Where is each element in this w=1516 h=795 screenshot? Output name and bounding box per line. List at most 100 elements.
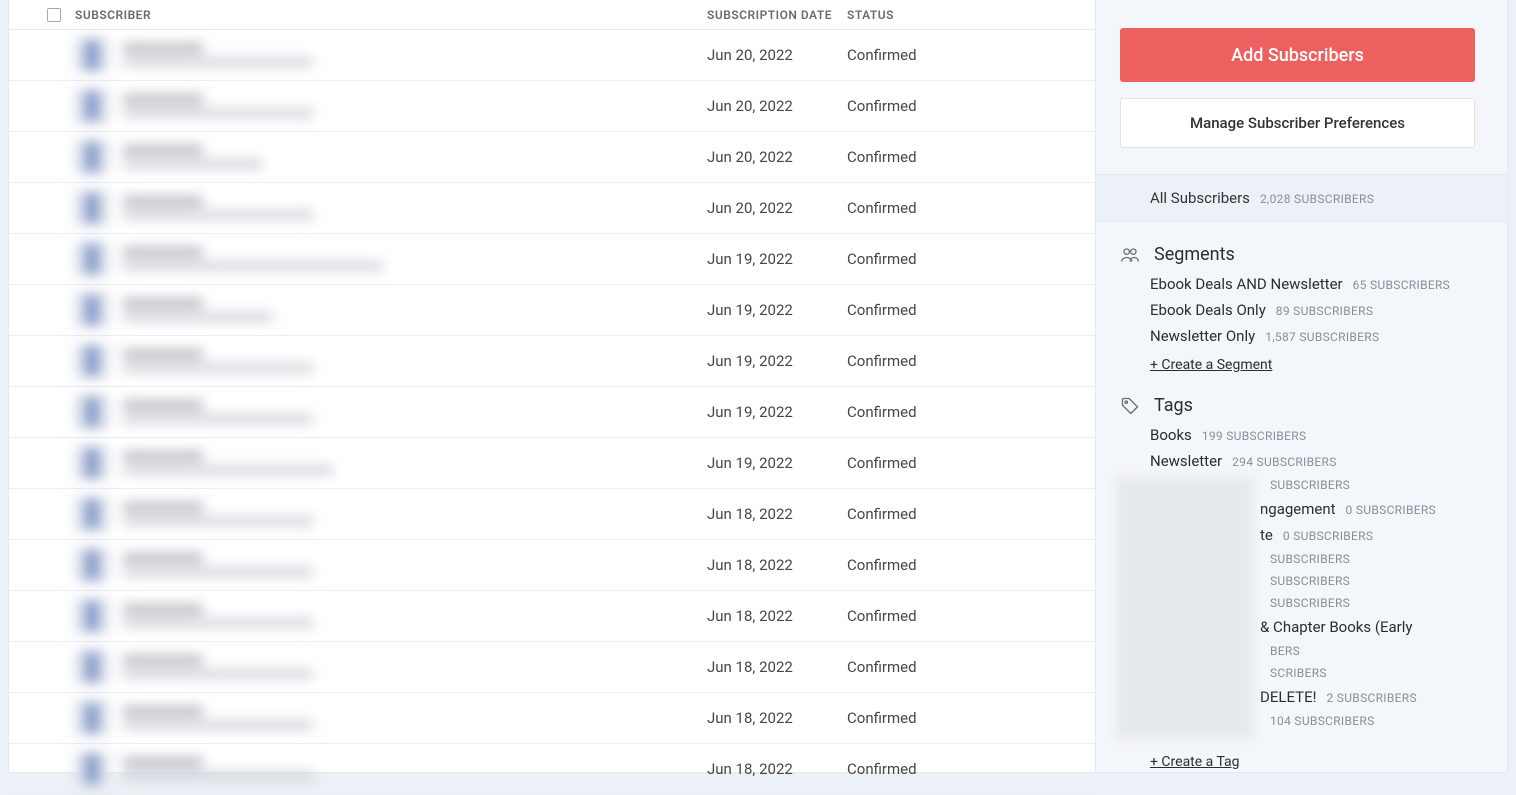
status: Confirmed: [847, 403, 1067, 421]
table-row[interactable]: Jun 19, 2022Confirmed: [9, 336, 1095, 387]
table-row[interactable]: Jun 18, 2022Confirmed: [9, 591, 1095, 642]
status: Confirmed: [847, 454, 1067, 472]
subscriber-table: SUBSCRIBER SUBSCRIPTION DATE STATUS Jun …: [9, 0, 1095, 772]
tag-icon: [1120, 396, 1140, 416]
status: Confirmed: [847, 709, 1067, 727]
status: Confirmed: [847, 46, 1067, 64]
status: Confirmed: [847, 148, 1067, 166]
avatar: [75, 446, 109, 480]
table-row[interactable]: Jun 20, 2022Confirmed: [9, 183, 1095, 234]
add-subscribers-button[interactable]: Add Subscribers: [1120, 28, 1475, 82]
segment-count: 89 SUBSCRIBERS: [1276, 304, 1373, 318]
table-row[interactable]: Jun 20, 2022Confirmed: [9, 81, 1095, 132]
status: Confirmed: [847, 556, 1067, 574]
subscription-date: Jun 18, 2022: [707, 760, 847, 778]
subscription-date: Jun 20, 2022: [707, 46, 847, 64]
subscriber-cell: [75, 497, 707, 531]
status: Confirmed: [847, 352, 1067, 370]
tags-section: Tags Books 199 SUBSCRIBERS Newsletter294 S…: [1120, 395, 1475, 770]
tag-label: & Chapter Books (Early: [1260, 618, 1413, 636]
manage-preferences-button[interactable]: Manage Subscriber Preferences: [1120, 98, 1475, 148]
subscription-date: Jun 19, 2022: [707, 454, 847, 472]
tag-count: 2 SUBSCRIBERS: [1326, 691, 1416, 705]
status: Confirmed: [847, 250, 1067, 268]
subscription-date: Jun 18, 2022: [707, 505, 847, 523]
status: Confirmed: [847, 505, 1067, 523]
subscriber-cell: [75, 344, 707, 378]
tag-count: 199 SUBSCRIBERS: [1202, 429, 1307, 443]
avatar: [75, 293, 109, 327]
table-row[interactable]: Jun 20, 2022Confirmed: [9, 132, 1095, 183]
segment-count: 1,587 SUBSCRIBERS: [1265, 330, 1379, 344]
all-subscribers-count: 2,028 SUBSCRIBERS: [1260, 192, 1374, 206]
tag-count: 104 SUBSCRIBERS: [1270, 714, 1375, 728]
avatar: [75, 701, 109, 735]
segment-label: Ebook Deals Only: [1150, 301, 1266, 319]
subscription-date: Jun 20, 2022: [707, 97, 847, 115]
sidebar: Add Subscribers Manage Subscriber Prefer…: [1095, 0, 1507, 772]
create-segment-link[interactable]: + Create a Segment: [1150, 357, 1475, 373]
subscriber-cell: [75, 752, 707, 786]
subscription-date: Jun 18, 2022: [707, 709, 847, 727]
subscription-date: Jun 19, 2022: [707, 352, 847, 370]
table-row[interactable]: Jun 19, 2022Confirmed: [9, 234, 1095, 285]
subscription-date: Jun 18, 2022: [707, 658, 847, 676]
status: Confirmed: [847, 760, 1067, 778]
table-row[interactable]: Jun 18, 2022Confirmed: [9, 693, 1095, 744]
subscriber-cell: [75, 293, 707, 327]
subscriber-cell: [75, 38, 707, 72]
status: Confirmed: [847, 607, 1067, 625]
avatar: [75, 548, 109, 582]
avatar: [75, 242, 109, 276]
segments-title: Segments: [1154, 244, 1235, 265]
subscription-date: Jun 19, 2022: [707, 250, 847, 268]
tag-item[interactable]: Books 199 SUBSCRIBERS: [1150, 426, 1475, 444]
subscriber-cell: [75, 599, 707, 633]
table-row[interactable]: Jun 18, 2022Confirmed: [9, 744, 1095, 795]
avatar: [75, 89, 109, 123]
table-row[interactable]: Jun 18, 2022Confirmed: [9, 642, 1095, 693]
tag-item[interactable]: Newsletter294 SUBSCRIBERS: [1150, 452, 1475, 470]
tag-count: 294 SUBSCRIBERS: [1232, 455, 1337, 469]
segment-item[interactable]: Ebook Deals AND Newsletter65 SUBSCRIBERS: [1150, 275, 1475, 293]
tag-count: SUBSCRIBERS: [1270, 552, 1350, 566]
avatar: [75, 599, 109, 633]
column-header-status[interactable]: STATUS: [847, 8, 1067, 22]
segment-item[interactable]: Ebook Deals Only 89 SUBSCRIBERS: [1150, 301, 1475, 319]
table-row[interactable]: Jun 20, 2022Confirmed: [9, 30, 1095, 81]
avatar: [75, 650, 109, 684]
segment-label: Newsletter Only: [1150, 327, 1255, 345]
table-row[interactable]: Jun 19, 2022Confirmed: [9, 387, 1095, 438]
table-row[interactable]: Jun 19, 2022Confirmed: [9, 438, 1095, 489]
tags-title: Tags: [1154, 395, 1193, 416]
create-tag-link[interactable]: + Create a Tag: [1150, 754, 1475, 770]
segments-section: Segments Ebook Deals AND Newsletter65 SU…: [1120, 244, 1475, 373]
table-header-row: SUBSCRIBER SUBSCRIPTION DATE STATUS: [9, 0, 1095, 30]
subscription-date: Jun 18, 2022: [707, 556, 847, 574]
subscriber-cell: [75, 548, 707, 582]
avatar: [75, 344, 109, 378]
column-header-date[interactable]: SUBSCRIPTION DATE: [707, 8, 847, 22]
status: Confirmed: [847, 199, 1067, 217]
column-header-subscriber[interactable]: SUBSCRIBER: [75, 8, 707, 22]
subscriber-cell: [75, 446, 707, 480]
status: Confirmed: [847, 301, 1067, 319]
avatar: [75, 140, 109, 174]
all-subscribers-filter[interactable]: All Subscribers 2,028 SUBSCRIBERS: [1096, 174, 1507, 222]
subscriber-cell: [75, 140, 707, 174]
table-row[interactable]: Jun 18, 2022Confirmed: [9, 540, 1095, 591]
select-all-checkbox[interactable]: [47, 8, 61, 22]
tag-label: te: [1260, 526, 1273, 544]
segment-item[interactable]: Newsletter Only 1,587 SUBSCRIBERS: [1150, 327, 1475, 345]
subscriber-cell: [75, 89, 707, 123]
tags-blur-overlay: [1116, 478, 1254, 738]
tag-count: 0 SUBSCRIBERS: [1283, 529, 1373, 543]
tag-label: Books: [1150, 426, 1192, 444]
table-row[interactable]: Jun 19, 2022Confirmed: [9, 285, 1095, 336]
tag-label: DELETE!: [1260, 688, 1316, 706]
table-row[interactable]: Jun 18, 2022Confirmed: [9, 489, 1095, 540]
avatar: [75, 497, 109, 531]
status: Confirmed: [847, 97, 1067, 115]
tag-count: BERS: [1270, 644, 1300, 658]
subscription-date: Jun 20, 2022: [707, 148, 847, 166]
